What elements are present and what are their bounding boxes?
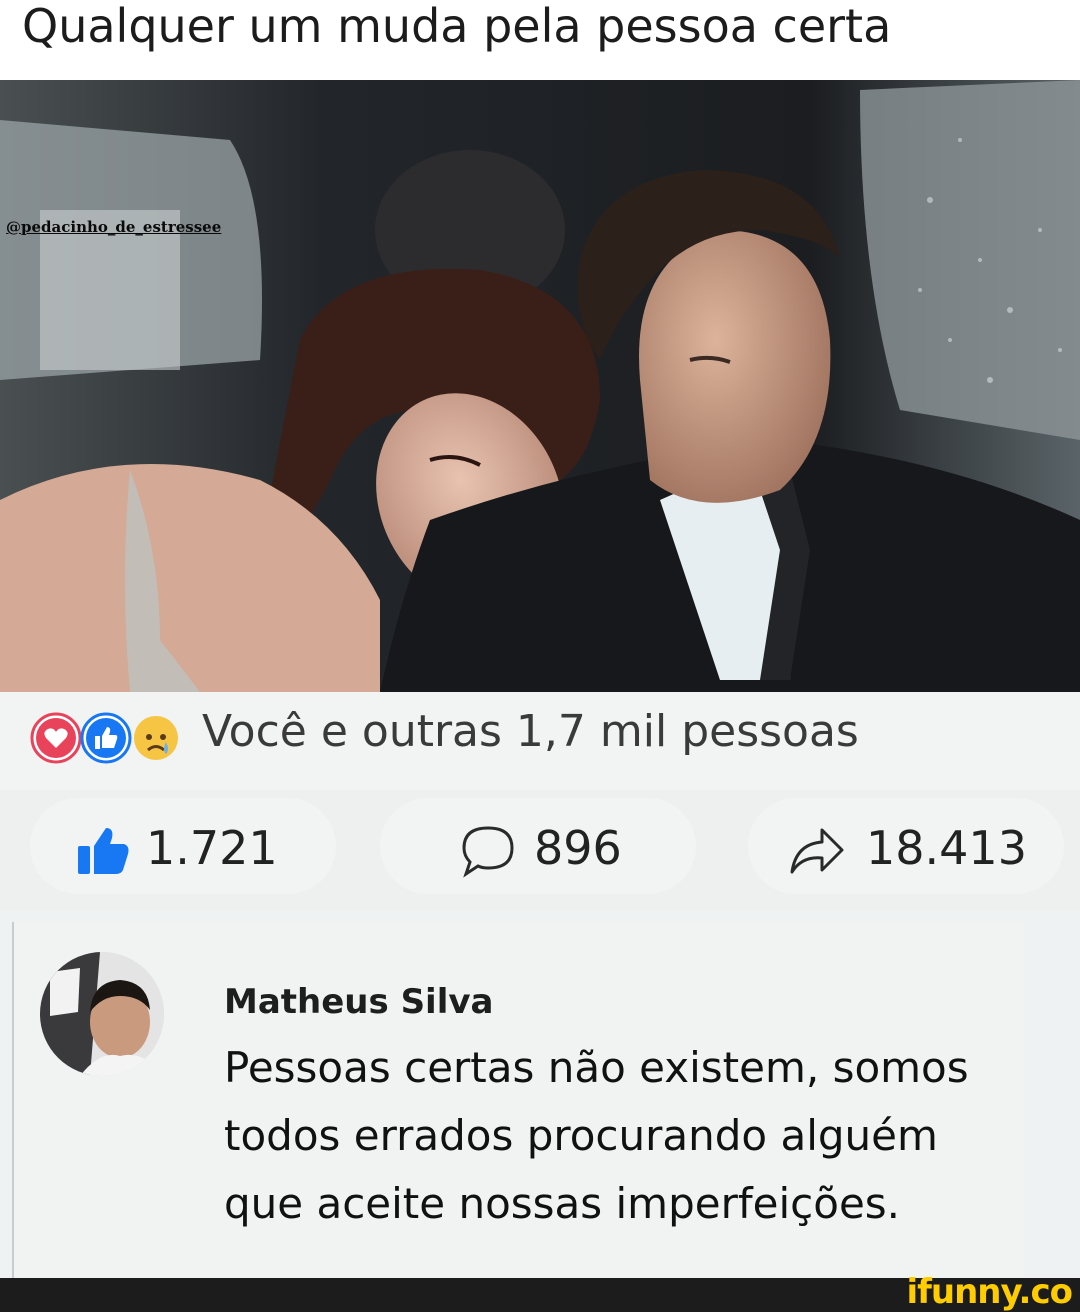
like-button[interactable]: 1.721 [30,798,336,894]
post-stats: 1.721 896 18.413 [0,790,1080,910]
comment-author[interactable]: Matheus Silva [224,982,493,1022]
share-button[interactable]: 18.413 [748,798,1064,894]
like-icon [80,712,132,768]
image-watermark: @pedacinho_de_estressee [6,218,222,236]
post-caption: Qualquer um muda pela pessoa certa [22,0,892,53]
likes-count: 1.721 [146,821,278,875]
ifunny-logo[interactable]: ifunny.co [906,1272,1073,1312]
share-arrow-icon [788,824,846,882]
comment-bubble-icon [460,824,516,882]
comment-text: Pessoas certas não existem, somos todos … [224,1043,969,1228]
footer-bar: ifunny.co [0,1272,1080,1312]
comment-button[interactable]: 896 [380,798,696,894]
comments-section: Matheus Silva Pessoas certas não existem… [0,910,1080,1278]
post-photo[interactable]: @pedacinho_de_estressee [0,80,1080,692]
comments-count: 896 [534,821,622,875]
avatar[interactable] [40,952,164,1076]
reactions-summary-text: Você e outras 1,7 mil pessoas [202,706,859,757]
sad-icon [130,712,182,768]
love-icon [30,712,82,768]
shares-count: 18.413 [866,821,1027,875]
car-scene-illustration [0,80,1080,692]
reactions-summary[interactable]: Você e outras 1,7 mil pessoas [0,692,1080,790]
comment: Matheus Silva Pessoas certas não existem… [12,922,1024,1278]
reaction-icons [30,708,202,764]
thumbs-up-icon [76,824,130,880]
